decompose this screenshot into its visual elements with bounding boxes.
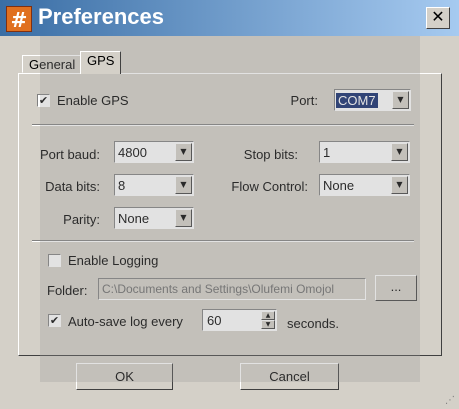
port-value: COM7 xyxy=(336,93,378,108)
data-bits-select[interactable]: 8 ▼ xyxy=(114,174,194,196)
port-label: Port: xyxy=(290,93,318,108)
port-baud-select[interactable]: 4800 ▼ xyxy=(114,141,194,163)
close-icon: ✕ xyxy=(431,9,445,26)
ok-button[interactable]: OK xyxy=(76,363,173,390)
preferences-window: # Preferences ✕ General GPS ✔ Enable GPS… xyxy=(0,0,459,409)
chevron-down-icon[interactable]: ▼ xyxy=(175,209,192,227)
separator xyxy=(32,240,414,242)
autosave-interval-value: 60 xyxy=(207,313,222,328)
close-button[interactable]: ✕ xyxy=(426,7,450,29)
flow-control-value: None xyxy=(323,178,355,193)
spin-down-icon[interactable]: ▼ xyxy=(261,320,275,329)
folder-label: Folder: xyxy=(47,283,88,298)
window-title: Preferences xyxy=(38,4,164,29)
flow-control-label: Flow Control: xyxy=(231,179,308,194)
port-baud-value: 4800 xyxy=(118,145,147,160)
chevron-down-icon[interactable]: ▼ xyxy=(175,176,192,194)
parity-label: Parity: xyxy=(63,212,100,227)
check-icon: ✔ xyxy=(38,94,49,107)
app-icon: # xyxy=(6,6,32,32)
chevron-down-icon[interactable]: ▼ xyxy=(175,143,192,161)
tab-general[interactable]: General xyxy=(22,55,83,73)
enable-logging-checkbox[interactable] xyxy=(48,254,61,267)
data-bits-label: Data bits: xyxy=(45,179,100,194)
title-bar[interactable]: # Preferences ✕ xyxy=(0,0,459,36)
autosave-label: Auto-save log every xyxy=(68,314,183,329)
data-bits-value: 8 xyxy=(118,178,126,193)
autosave-checkbox[interactable]: ✔ xyxy=(48,314,61,327)
enable-gps-checkbox[interactable]: ✔ xyxy=(37,94,50,107)
tab-gps[interactable]: GPS xyxy=(80,51,122,74)
chevron-down-icon[interactable]: ▼ xyxy=(392,91,409,109)
flow-control-select[interactable]: None ▼ xyxy=(319,174,410,196)
folder-path-field[interactable]: C:\Documents and Settings\Olufemi Omojol xyxy=(98,278,366,300)
separator xyxy=(32,124,414,126)
chevron-down-icon[interactable]: ▼ xyxy=(391,143,408,161)
stop-bits-value: 1 xyxy=(323,145,331,160)
parity-select[interactable]: None ▼ xyxy=(114,207,194,229)
stop-bits-label: Stop bits: xyxy=(243,147,298,162)
port-baud-label: Port baud: xyxy=(40,147,100,162)
port-select[interactable]: COM7 ▼ xyxy=(334,89,411,111)
cancel-button[interactable]: Cancel xyxy=(240,363,339,390)
spin-up-icon[interactable]: ▲ xyxy=(261,311,275,320)
browse-button[interactable]: ... xyxy=(375,275,417,301)
parity-value: None xyxy=(118,211,150,226)
resize-grip-icon[interactable]: ⋰ xyxy=(445,395,457,407)
chevron-down-icon[interactable]: ▼ xyxy=(391,176,408,194)
enable-logging-label: Enable Logging xyxy=(68,253,159,268)
enable-gps-label: Enable GPS xyxy=(57,93,129,108)
check-icon: ✔ xyxy=(49,314,60,327)
autosave-interval-stepper[interactable]: 60 ▲ ▼ xyxy=(202,309,277,331)
stop-bits-select[interactable]: 1 ▼ xyxy=(319,141,410,163)
autosave-unit-label: seconds. xyxy=(287,316,340,331)
